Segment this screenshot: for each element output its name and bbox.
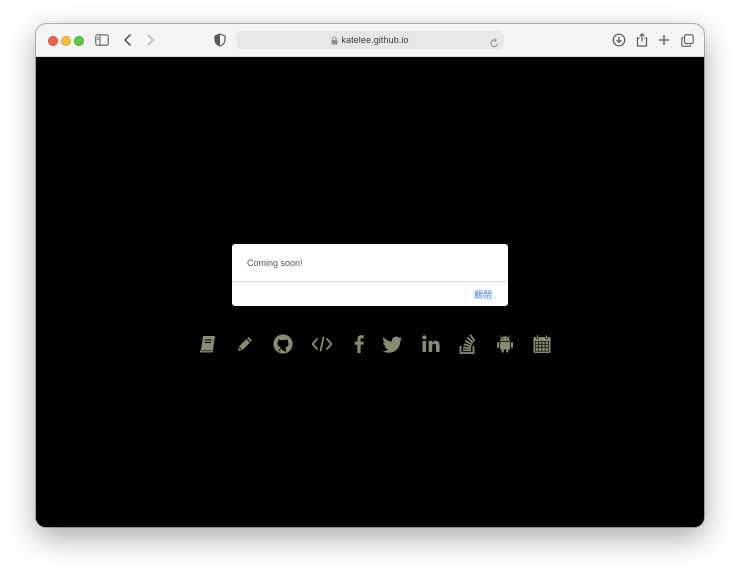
page-content: Coming soon! 關閉 [36, 57, 704, 527]
twitter-icon[interactable] [381, 332, 405, 356]
linkedin-icon[interactable] [419, 332, 443, 356]
alert-dialog: Coming soon! 關閉 [232, 244, 508, 306]
android-icon[interactable] [493, 332, 517, 356]
stackoverflow-icon[interactable] [456, 332, 480, 356]
privacy-shield-icon[interactable] [212, 32, 228, 48]
downloads-icon[interactable] [611, 32, 627, 48]
browser-toolbar: katelee.github.io [36, 24, 704, 57]
dialog-close-button[interactable]: 關閉 [474, 288, 492, 301]
calendar-icon[interactable] [530, 332, 554, 356]
dialog-message: Coming soon! [247, 258, 303, 268]
close-window-button[interactable] [48, 36, 58, 46]
reload-icon[interactable] [490, 35, 499, 53]
minimize-window-button[interactable] [61, 36, 71, 46]
pencil-icon[interactable] [233, 332, 257, 356]
new-tab-icon[interactable] [656, 32, 672, 48]
sidebar-icon[interactable] [94, 32, 110, 48]
github-icon[interactable] [271, 332, 295, 356]
tab-overview-icon[interactable] [679, 32, 695, 48]
zoom-window-button[interactable] [74, 36, 84, 46]
share-icon[interactable] [634, 32, 650, 48]
lock-icon [331, 36, 338, 45]
address-bar[interactable]: katelee.github.io [236, 31, 504, 49]
facebook-icon[interactable] [347, 332, 371, 356]
browser-window: katelee.github.io Coming soon! 關閉 [36, 24, 704, 527]
book-icon[interactable] [196, 332, 220, 356]
url-text: katelee.github.io [341, 35, 409, 45]
dialog-divider [232, 281, 508, 282]
back-icon[interactable] [120, 32, 136, 48]
code-icon[interactable] [310, 332, 334, 356]
forward-icon[interactable] [142, 32, 158, 48]
social-links [196, 332, 558, 356]
